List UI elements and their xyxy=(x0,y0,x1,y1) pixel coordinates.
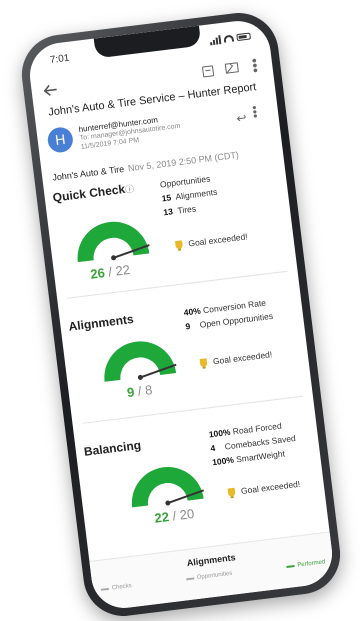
battery-icon xyxy=(236,31,251,41)
archive-icon[interactable] xyxy=(201,64,215,78)
balancing-gauge-value: 22 / 20 xyxy=(153,505,196,526)
quick-check-gauge xyxy=(70,211,153,266)
trophy-icon xyxy=(227,487,236,497)
gauge-fill xyxy=(131,467,204,508)
quick-check-gauge-value: 26 / 22 xyxy=(89,261,131,282)
signal-icon xyxy=(209,34,222,45)
legend-item: Opportunities xyxy=(185,570,233,583)
gauge-hub xyxy=(137,374,143,380)
gauge-hub xyxy=(111,255,117,261)
status-time: 7:01 xyxy=(49,52,71,66)
sender-more-icon[interactable]: ••• xyxy=(247,105,262,119)
alignments-stats: 40% Conversion Rate 9 Open Opportunities xyxy=(183,295,274,334)
legend-label: Checks xyxy=(111,583,133,592)
gauge-target: 22 xyxy=(114,261,131,279)
alignments-gauge-value: 9 / 8 xyxy=(126,382,154,401)
stat-number: 100% xyxy=(211,454,235,468)
goal-text: Goal exceeded! xyxy=(187,231,249,249)
more-options-icon[interactable]: ••• xyxy=(246,57,264,74)
alignments-gauge xyxy=(97,331,180,386)
gauge-svg xyxy=(104,341,177,382)
gauge-fill xyxy=(77,221,150,263)
stat-number: 13 xyxy=(162,206,174,218)
legend-item: Performed xyxy=(286,559,326,570)
quick-check-goal: Goal exceeded! xyxy=(175,231,248,250)
goal-text: Goal exceeded! xyxy=(212,349,273,367)
alignments-goal: Goal exceeded! xyxy=(199,349,273,368)
gauge-target: 20 xyxy=(178,505,196,523)
mail-icon[interactable] xyxy=(224,62,239,74)
quick-check-title-text: Quick Check xyxy=(51,181,126,205)
gauge-svg xyxy=(77,221,150,263)
gauge-target: 8 xyxy=(144,382,154,398)
wifi-icon xyxy=(223,34,235,43)
reply-icon[interactable]: ↩ xyxy=(236,111,248,126)
gauge-fill xyxy=(104,341,177,382)
trophy-icon xyxy=(175,240,183,250)
stat-number: 9 xyxy=(184,321,191,332)
legend-label: Opportunities xyxy=(196,570,233,582)
balancing-goal: Goal exceeded! xyxy=(227,478,301,498)
trophy-icon xyxy=(199,358,208,368)
info-icon[interactable]: ⓘ xyxy=(124,184,134,195)
gauge-hub xyxy=(165,500,171,506)
balancing-gauge xyxy=(124,457,207,512)
stat-label: Tires xyxy=(176,203,197,216)
balancing-stats: 100% Road Forced 4 Comebacks Saved 100% … xyxy=(208,417,298,469)
back-arrow-icon[interactable] xyxy=(43,83,58,97)
quick-check-title: Quick Checkⓘ xyxy=(52,181,135,205)
stat-label: SmartWeight xyxy=(235,448,286,465)
sender-avatar: H xyxy=(46,125,75,154)
balancing-title: Balancing xyxy=(83,437,142,459)
legend-label: Performed xyxy=(297,559,326,569)
status-icons xyxy=(209,31,251,45)
phone-mockup: 7:01 ••• John's Auto & Tire Service – Hu… xyxy=(17,8,345,621)
gauge-svg xyxy=(131,467,205,508)
legend-item: Checks xyxy=(100,583,133,593)
quick-check-stats: Opportunities 15 Alignments 13 Tires xyxy=(159,171,220,220)
alignments-title: Alignments xyxy=(67,311,135,334)
goal-text: Goal exceeded! xyxy=(240,478,301,496)
phone-screen: 7:01 ••• John's Auto & Tire Service – Hu… xyxy=(26,17,336,612)
